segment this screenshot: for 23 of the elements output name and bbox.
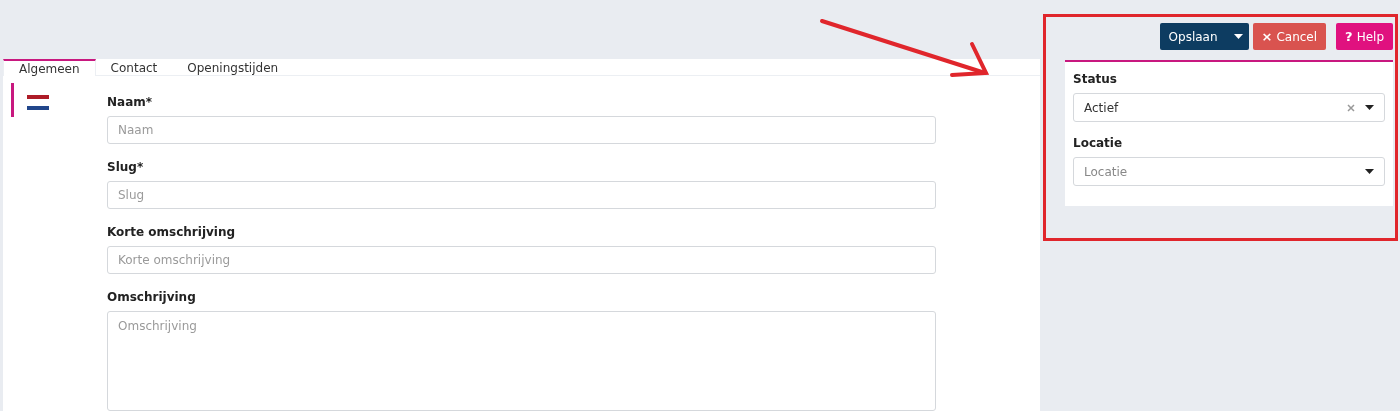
field-label: Omschrijving xyxy=(107,290,197,304)
cancel-button[interactable]: × Cancel xyxy=(1252,23,1327,50)
field-label: Locatie xyxy=(1073,136,1124,150)
flag-icon xyxy=(27,95,49,110)
field-label: Status xyxy=(1073,72,1118,86)
save-button[interactable]: Opslaan xyxy=(1159,23,1249,50)
help-button[interactable]: ? Help xyxy=(1336,23,1393,50)
input-field[interactable]: Slug xyxy=(107,181,936,209)
field-label: Korte omschrijving xyxy=(107,225,237,239)
language-tab[interactable] xyxy=(11,83,51,117)
clear-icon[interactable] xyxy=(1347,103,1355,112)
caret-icon xyxy=(1365,105,1374,110)
caret-icon xyxy=(1365,169,1374,174)
input-field[interactable]: Naam xyxy=(107,116,936,144)
input-field[interactable]: Korte omschrijving xyxy=(107,246,936,274)
field-label: Naam* xyxy=(107,95,154,109)
select-field[interactable]: Locatie xyxy=(1073,157,1385,186)
select-field[interactable]: Actief xyxy=(1073,93,1385,122)
tab[interactable]: Algemeen xyxy=(3,59,96,76)
tab[interactable]: Contact xyxy=(95,59,173,75)
textarea-field[interactable]: Omschrijving xyxy=(107,311,936,411)
field-label: Slug* xyxy=(107,160,145,174)
tab[interactable]: Openingstijden xyxy=(172,59,294,75)
